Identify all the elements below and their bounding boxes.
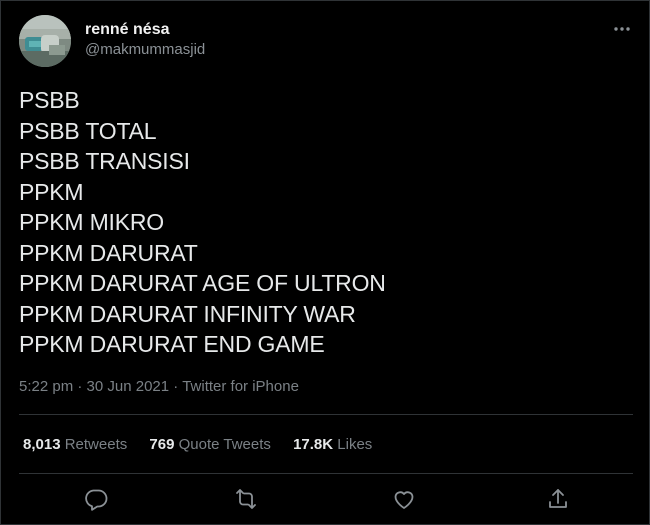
- retweet-icon[interactable]: [233, 487, 259, 511]
- tweet-source[interactable]: Twitter for iPhone: [182, 378, 299, 395]
- quote-tweets-stat[interactable]: 769 Quote Tweets: [149, 435, 270, 455]
- tweet-line: PSBB TRANSISI: [19, 148, 190, 174]
- tweet-text: PSBB PSBB TOTAL PSBB TRANSISI PPKM PPKM …: [19, 85, 629, 360]
- tweet-actions: [1, 487, 650, 511]
- divider: [19, 473, 633, 474]
- likes-count: 17.8K: [293, 436, 334, 453]
- tweet-line: PPKM: [19, 178, 84, 205]
- retweets-count: 8,013: [23, 436, 61, 453]
- share-icon[interactable]: [545, 487, 571, 511]
- user-name-block: renné nésa @makmummasjid: [85, 20, 205, 60]
- likes-label: Likes: [337, 436, 373, 453]
- tweet-line: PPKM DARURAT END GAME: [19, 331, 325, 357]
- tweet-meta: 5:22 pm · 30 Jun 2021 · Twitter for iPho…: [19, 377, 299, 397]
- avatar[interactable]: [19, 15, 71, 67]
- tweet-line: PSBB TOTAL: [19, 117, 157, 144]
- divider: [19, 414, 633, 415]
- quote-tweets-label: Quote Tweets: [178, 436, 271, 453]
- tweet-stats: 8,013 Retweets 769 Quote Tweets 17.8K Li…: [23, 435, 390, 455]
- tweet-line: PSBB: [19, 87, 80, 113]
- tweet-line: PPKM DARURAT: [19, 239, 198, 266]
- tweet-date[interactable]: 30 Jun 2021: [87, 378, 170, 395]
- display-name[interactable]: renné nésa: [85, 20, 205, 40]
- meta-separator: ·: [77, 378, 83, 395]
- tweet-line: PPKM DARURAT AGE OF ULTRON: [19, 270, 386, 296]
- tweet-time[interactable]: 5:22 pm: [19, 378, 73, 395]
- retweets-stat[interactable]: 8,013 Retweets: [23, 435, 127, 455]
- more-horizontal-icon[interactable]: [611, 19, 633, 39]
- reply-icon[interactable]: [83, 487, 109, 511]
- tweet-card: renné nésa @makmummasjid PSBB PSBB TOTAL…: [0, 0, 650, 525]
- avatar-image: [19, 15, 71, 67]
- tweet-line: PPKM DARURAT INFINITY WAR: [19, 300, 356, 327]
- meta-separator: ·: [173, 378, 179, 395]
- likes-stat[interactable]: 17.8K Likes: [293, 435, 372, 455]
- retweets-label: Retweets: [64, 436, 128, 453]
- user-handle[interactable]: @makmummasjid: [85, 40, 205, 60]
- tweet-header: renné nésa @makmummasjid: [19, 15, 633, 67]
- tweet-line: PPKM MIKRO: [19, 209, 164, 235]
- heart-icon[interactable]: [391, 487, 417, 511]
- quote-tweets-count: 769: [149, 436, 175, 453]
